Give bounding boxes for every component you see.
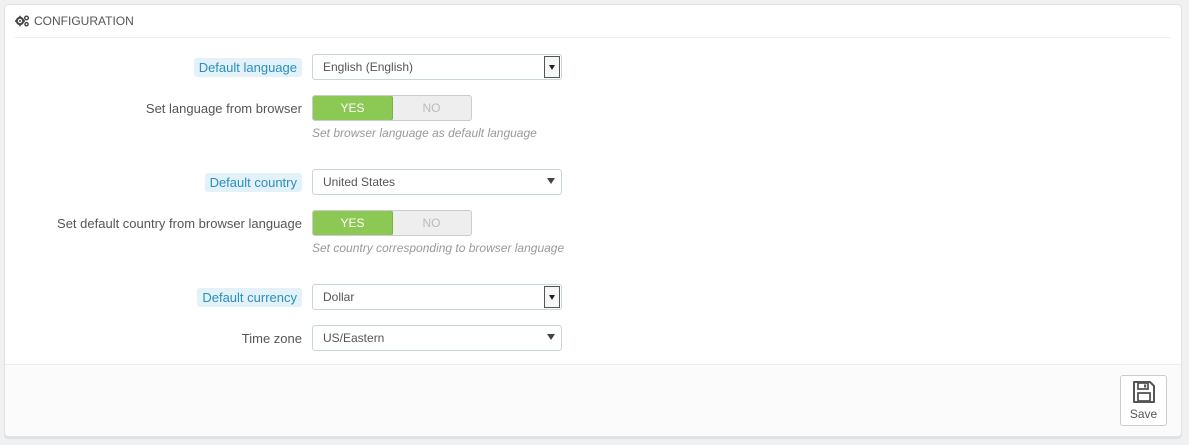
cogs-icon bbox=[15, 15, 29, 27]
browser-language-toggle[interactable]: YES NO bbox=[312, 95, 472, 121]
chevron-down-icon bbox=[544, 286, 560, 308]
default-currency-select[interactable]: Dollar bbox=[312, 284, 562, 310]
default-country-label[interactable]: Default country bbox=[204, 172, 302, 192]
browser-language-no[interactable]: NO bbox=[392, 96, 471, 120]
browser-language-label: Set language from browser bbox=[145, 100, 302, 116]
browser-country-yes[interactable]: YES bbox=[313, 211, 393, 235]
browser-country-label: Set default country from browser languag… bbox=[57, 215, 302, 231]
time-zone-label: Time zone bbox=[241, 330, 302, 346]
time-zone-value: US/Eastern bbox=[323, 331, 385, 345]
chevron-down-icon bbox=[544, 56, 560, 78]
default-country-select[interactable]: United States bbox=[312, 169, 562, 195]
time-zone-select[interactable]: US/Eastern bbox=[312, 325, 562, 351]
browser-language-help: Set browser language as default language bbox=[312, 126, 537, 140]
default-country-value: United States bbox=[323, 175, 396, 189]
panel-footer: Save bbox=[5, 364, 1181, 436]
save-button-label: Save bbox=[1129, 407, 1158, 421]
floppy-disk-icon bbox=[1132, 381, 1155, 403]
panel-heading: Configuration bbox=[15, 5, 1171, 38]
label-cell: Set default country from browser languag… bbox=[57, 210, 302, 236]
label-cell: Time zone bbox=[242, 325, 302, 351]
browser-country-toggle[interactable]: YES NO bbox=[312, 210, 472, 236]
label-cell: Default country bbox=[204, 169, 302, 195]
default-currency-label[interactable]: Default currency bbox=[197, 287, 302, 307]
chevron-down-icon bbox=[547, 334, 555, 340]
chevron-down-icon bbox=[547, 178, 555, 184]
label-cell: Set language from browser bbox=[146, 95, 302, 121]
default-language-label[interactable]: Default language bbox=[193, 57, 302, 77]
browser-language-yes[interactable]: YES bbox=[313, 96, 393, 120]
browser-country-help: Set country corresponding to browser lan… bbox=[312, 241, 565, 255]
panel-title: Configuration bbox=[34, 14, 134, 28]
label-cell: Default language bbox=[193, 54, 302, 80]
browser-country-no[interactable]: NO bbox=[392, 211, 471, 235]
default-currency-value: Dollar bbox=[323, 290, 355, 304]
default-language-select[interactable]: English (English) bbox=[312, 54, 562, 80]
label-cell: Default currency bbox=[197, 284, 302, 310]
configuration-panel: Configuration Default language English (… bbox=[4, 4, 1182, 437]
default-language-value: English (English) bbox=[323, 60, 414, 74]
save-button[interactable]: Save bbox=[1120, 375, 1167, 426]
